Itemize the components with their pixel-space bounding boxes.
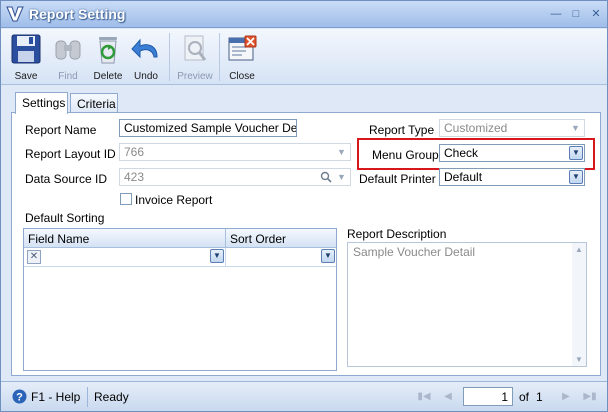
close-button[interactable]: Close (223, 31, 261, 83)
help-icon[interactable]: ? (12, 389, 27, 404)
scroll-down-icon[interactable]: ▼ (575, 355, 583, 364)
data-source-id-value: 423 (124, 170, 145, 184)
close-form-icon (228, 35, 257, 61)
column-header-field-name[interactable]: Field Name (24, 229, 226, 248)
data-source-id-lookup[interactable]: 423 ▼ (119, 168, 351, 186)
report-name-label: Report Name (25, 123, 97, 137)
default-printer-label: Default Printer (359, 172, 436, 186)
report-setting-window: Report Setting — □ ✕ Save Find Delete Un… (0, 0, 608, 412)
binoculars-icon (55, 40, 81, 60)
title-bar: Report Setting — □ ✕ (1, 1, 607, 28)
toolbar-separator (219, 33, 220, 81)
report-layout-id-label: Report Layout ID (25, 147, 116, 161)
chevron-down-icon[interactable]: ▼ (569, 170, 583, 184)
status-bar: ? F1 - Help Ready ▮◀ ◀ 1 of 1 ▶ ▶▮ (1, 381, 607, 411)
default-sorting-grid[interactable]: Field Name Sort Order ✕ ▼ ▼ (23, 228, 337, 371)
menu-group-select[interactable]: Check ▼ (439, 144, 585, 162)
report-description-label: Report Description (347, 227, 447, 241)
description-scrollbar[interactable]: ▲ ▼ (572, 243, 586, 366)
report-type-select[interactable]: Customized ▼ (439, 119, 585, 137)
undo-button[interactable]: Undo (127, 31, 165, 83)
sort-order-cell[interactable]: ▼ (226, 248, 336, 267)
chevron-down-icon[interactable]: ▼ (569, 122, 582, 134)
undo-label: Undo (134, 71, 158, 82)
chevron-down-icon[interactable]: ▼ (210, 249, 224, 263)
page-number-input[interactable]: 1 (463, 387, 513, 406)
tab-criteria[interactable]: Criteria (70, 93, 118, 113)
minimize-button[interactable]: — (549, 7, 563, 21)
app-logo-icon (6, 6, 24, 22)
of-label: of (519, 390, 530, 404)
toolbar-separator (169, 33, 170, 81)
recycle-bin-icon (99, 37, 117, 64)
report-description-value: Sample Voucher Detail (353, 245, 476, 259)
total-pages: 1 (536, 390, 543, 404)
last-page-icon[interactable]: ▶▮ (583, 390, 597, 404)
scroll-up-icon[interactable]: ▲ (575, 245, 583, 254)
delete-button[interactable]: Delete (89, 31, 127, 83)
menu-group-label: Menu Group (372, 148, 439, 162)
delete-row-icon[interactable]: ✕ (27, 250, 41, 264)
field-name-cell[interactable]: ✕ ▼ (24, 248, 226, 267)
default-printer-select[interactable]: Default ▼ (439, 168, 585, 186)
column-header-sort-order[interactable]: Sort Order (226, 229, 336, 248)
close-window-button[interactable]: ✕ (589, 7, 603, 21)
magnifier-page-icon (184, 35, 207, 61)
chevron-down-icon[interactable]: ▼ (569, 146, 583, 160)
menu-group-value: Check (444, 146, 479, 160)
floppy-disk-icon (11, 34, 41, 64)
search-icon[interactable] (320, 171, 332, 183)
close-label: Close (229, 71, 255, 82)
save-button[interactable]: Save (7, 31, 45, 83)
report-name-input[interactable]: Customized Sample Voucher Detail (119, 119, 297, 137)
chevron-down-icon[interactable]: ▼ (321, 249, 335, 263)
preview-label: Preview (177, 71, 213, 82)
invoice-report-checkbox[interactable] (120, 193, 132, 205)
data-source-id-label: Data Source ID (25, 172, 108, 186)
default-printer-value: Default (444, 170, 483, 184)
find-button[interactable]: Find (49, 31, 87, 83)
report-layout-id-value: 766 (124, 145, 145, 159)
report-description-textarea[interactable]: Sample Voucher Detail ▲ ▼ (347, 242, 587, 367)
preview-button[interactable]: Preview (175, 31, 215, 83)
undo-arrow-icon (131, 38, 158, 59)
delete-label: Delete (93, 71, 123, 82)
toolbar: Save Find Delete Undo Preview Close (1, 29, 607, 85)
maximize-button[interactable]: □ (569, 7, 583, 21)
status-text: Ready (94, 390, 129, 404)
next-page-icon[interactable]: ▶ (559, 390, 573, 404)
previous-page-icon[interactable]: ◀ (441, 390, 455, 404)
default-sorting-label: Default Sorting (25, 211, 105, 225)
report-type-label: Report Type (369, 123, 435, 137)
tab-settings[interactable]: Settings (15, 92, 68, 114)
invoice-report-label: Invoice Report (135, 193, 213, 207)
status-separator (87, 387, 88, 407)
svg-text:?: ? (16, 392, 23, 404)
report-layout-id-select[interactable]: 766 ▼ (119, 143, 351, 161)
help-text[interactable]: F1 - Help (31, 390, 80, 404)
find-label: Find (58, 71, 78, 82)
report-type-value: Customized (444, 121, 508, 135)
save-label: Save (14, 71, 38, 82)
chevron-down-icon[interactable]: ▼ (335, 146, 348, 158)
first-page-icon[interactable]: ▮◀ (417, 390, 431, 404)
window-title: Report Setting (29, 6, 126, 22)
chevron-down-icon[interactable]: ▼ (335, 171, 348, 183)
